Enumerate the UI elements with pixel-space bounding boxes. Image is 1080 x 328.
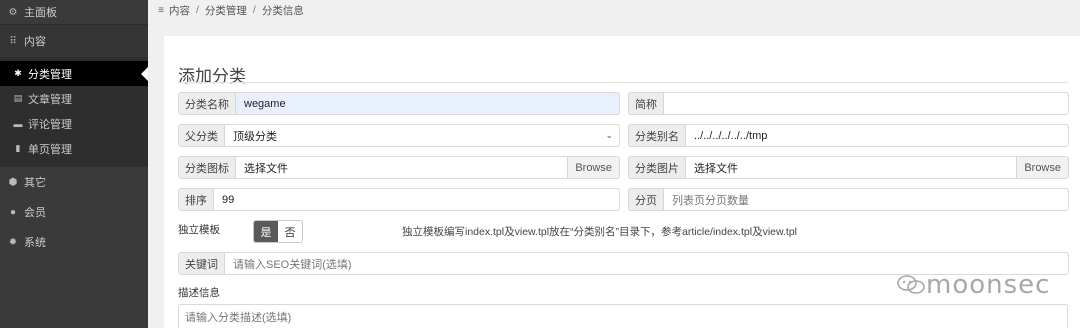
sidebar-item-page-manage[interactable]: ▮ 单页管理	[0, 136, 148, 161]
breadcrumb-item[interactable]: 内容	[169, 3, 190, 18]
category-icon-browse-button[interactable]: Browse	[567, 157, 619, 178]
parent-category-group: 父分类 顶级分类 ⌄	[178, 124, 620, 147]
sidebar-item-label: 文章管理	[28, 93, 72, 106]
sidebar-item-label: 会员	[24, 207, 46, 219]
breadcrumb-separator: /	[196, 4, 199, 16]
dashboard-icon: ⚙	[8, 6, 18, 18]
breadcrumb-separator: /	[252, 4, 256, 16]
category-icon-group: 分类图标 选择文件 Browse	[178, 156, 620, 179]
sidebar-item-category-manage[interactable]: ✱ 分类管理	[0, 61, 148, 86]
asterisk-icon: ✱	[14, 68, 22, 78]
paging-label: 分页	[629, 189, 664, 210]
sidebar-item-other[interactable]: ⬢ 其它	[0, 167, 148, 197]
sidebar: ⚙ 主面板 ⠿ 内容 ✱ 分类管理 ▤ 文章管理 ▬ 评论管理 ▮ 单页管理 ⬢…	[0, 0, 148, 328]
paging-input[interactable]: 列表页分页数量	[664, 189, 1068, 210]
parent-category-select[interactable]: 顶级分类	[225, 125, 605, 146]
category-icon-label: 分类图标	[179, 157, 236, 178]
sidebar-item-label: 内容	[24, 36, 46, 48]
watermark: moonsec	[896, 270, 1050, 300]
sidebar-item-home[interactable]: ⚙ 主面板	[0, 0, 148, 25]
grid-icon: ⠿	[9, 35, 17, 47]
sidebar-item-label: 主面板	[24, 7, 57, 19]
sidebar-item-label: 评论管理	[28, 118, 72, 131]
breadcrumb-item[interactable]: 分类管理	[205, 3, 247, 18]
description-textarea[interactable]: 请输入分类描述(选填)	[178, 304, 1068, 328]
divider	[178, 82, 1068, 83]
chevron-down-icon[interactable]: ⌄	[605, 125, 619, 146]
file-icon: ▮	[15, 143, 21, 153]
independent-template-toggle: 是 否	[253, 220, 303, 243]
watermark-text: moonsec	[926, 270, 1051, 300]
book-icon: ▤	[13, 93, 23, 103]
sidebar-item-label: 系统	[24, 237, 46, 249]
description-label: 描述信息	[178, 287, 220, 299]
sidebar-item-label: 单页管理	[28, 143, 72, 156]
sidebar-item-label: 其它	[24, 177, 46, 189]
page-title: 添加分类	[178, 67, 246, 86]
parent-category-label: 父分类	[179, 125, 225, 146]
short-name-input[interactable]	[664, 93, 1068, 114]
cube-icon: ⬢	[8, 176, 18, 188]
keywords-label: 关键词	[179, 253, 225, 274]
short-name-group: 简称	[628, 92, 1069, 115]
wechat-icon	[897, 275, 925, 294]
category-alias-label: 分类别名	[629, 125, 686, 146]
category-image-label: 分类图片	[629, 157, 686, 178]
breadcrumb: ≡ 内容 / 分类管理 / 分类信息	[148, 0, 1080, 20]
category-icon-file-input[interactable]: 选择文件	[236, 157, 567, 178]
category-name-group: 分类名称 wegame	[178, 92, 620, 115]
gear-icon: ✹	[8, 236, 18, 248]
sidebar-submenu: ✱ 分类管理 ▤ 文章管理 ▬ 评论管理 ▮ 单页管理	[0, 58, 148, 167]
user-icon: ●	[9, 206, 17, 218]
sidebar-item-article-manage[interactable]: ▤ 文章管理	[0, 86, 148, 111]
independent-template-hint: 独立模板编写index.tpl及view.tpl放在“分类别名”目录下，参考ar…	[402, 226, 798, 238]
sidebar-item-comment-manage[interactable]: ▬ 评论管理	[0, 111, 148, 136]
short-name-label: 简称	[629, 93, 664, 114]
sidebar-item-label: 分类管理	[28, 68, 72, 81]
category-alias-group: 分类别名 ../../../../../../tmp	[628, 124, 1069, 147]
category-alias-input[interactable]: ../../../../../../tmp	[686, 125, 1068, 146]
sidebar-item-content[interactable]: ⠿ 内容	[0, 25, 148, 58]
toggle-no-button[interactable]: 否	[278, 221, 302, 242]
sort-order-group: 排序 99	[178, 188, 620, 211]
sidebar-item-system[interactable]: ✹ 系统	[0, 227, 148, 257]
breadcrumb-item-current: 分类信息	[261, 4, 304, 17]
sort-order-input[interactable]: 99	[214, 189, 619, 210]
menu-icon: ≡	[158, 4, 164, 16]
toggle-yes-button[interactable]: 是	[254, 221, 278, 242]
sort-order-label: 排序	[179, 189, 214, 210]
category-name-input[interactable]: wegame	[236, 93, 619, 114]
sidebar-item-member[interactable]: ● 会员	[0, 197, 148, 227]
comment-icon: ▬	[13, 118, 23, 129]
category-image-file-input[interactable]: 选择文件	[686, 157, 1016, 178]
category-name-label: 分类名称	[179, 93, 236, 114]
category-image-group: 分类图片 选择文件 Browse	[628, 156, 1069, 179]
independent-template-label: 独立模板	[178, 224, 220, 236]
category-image-browse-button[interactable]: Browse	[1016, 157, 1068, 178]
paging-group: 分页 列表页分页数量	[628, 188, 1069, 211]
